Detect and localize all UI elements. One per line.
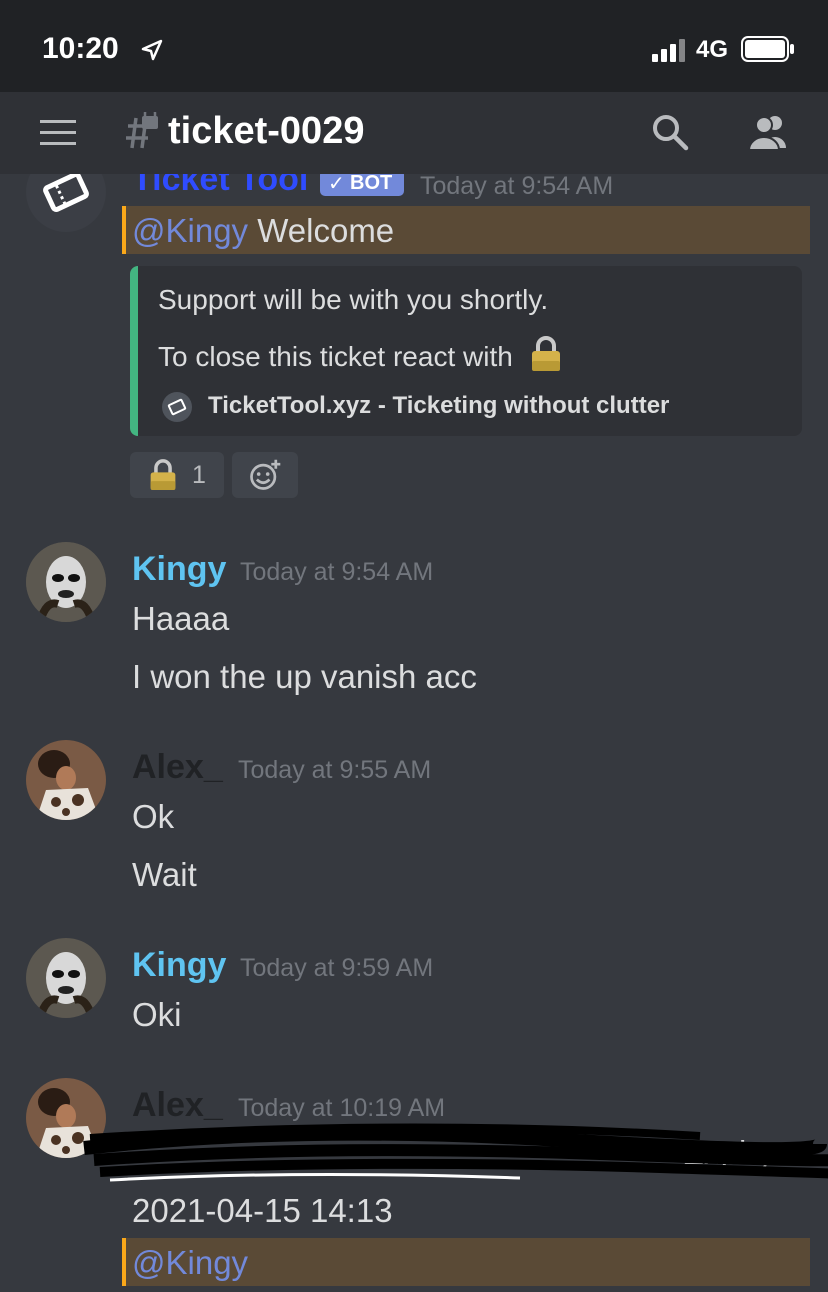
message-alex: Alex_ Today at 10:19 AM * - Expiry: 2021…	[0, 1078, 828, 1292]
message-text: 2021-04-15 14:13	[132, 1192, 393, 1229]
reaction-count: 1	[192, 461, 206, 489]
timestamp: Today at 9:54 AM	[240, 558, 434, 586]
signal-icon	[652, 39, 685, 62]
avatar-image	[26, 542, 106, 622]
timestamp: Today at 9:55 AM	[238, 756, 432, 784]
author-name[interactable]: Kingy	[132, 946, 226, 985]
status-time: 10:20	[42, 32, 119, 65]
embed: Support will be with you shortly. To clo…	[130, 266, 802, 436]
lock-emoji-icon	[150, 459, 176, 490]
message-text: I won the up vanish acc	[132, 658, 477, 695]
search-icon[interactable]	[650, 112, 690, 152]
reaction-lock[interactable]: 1	[130, 452, 224, 498]
check-icon: ✓	[328, 174, 345, 195]
message-text: Oki	[132, 996, 182, 1033]
ticket-icon	[43, 174, 89, 212]
message-text: Wait	[132, 856, 197, 893]
timestamp: Today at 9:59 AM	[240, 954, 434, 982]
message-text: @Kingy	[132, 1244, 248, 1282]
avatar-image	[26, 938, 106, 1018]
embed-line: Support will be with you shortly.	[158, 284, 549, 315]
avatar[interactable]	[26, 542, 106, 622]
add-reaction-icon	[250, 459, 281, 490]
bot-badge: ✓ BOT	[320, 174, 404, 196]
lock-emoji-icon	[531, 336, 560, 371]
add-reaction-button[interactable]	[232, 452, 298, 498]
message-kingy: Kingy Today at 9:59 AM Oki	[0, 938, 828, 1048]
user-mention[interactable]: @Kingy	[132, 1244, 248, 1281]
battery-icon	[741, 36, 794, 62]
timestamp: Today at 9:54 AM	[420, 174, 614, 200]
avatar[interactable]	[26, 938, 106, 1018]
message-text: Ok	[132, 798, 175, 835]
embed-line: To close this ticket react with	[158, 336, 563, 373]
avatar[interactable]	[26, 174, 106, 232]
location-arrow-icon	[141, 39, 163, 61]
redaction-scribble	[83, 1123, 828, 1182]
message-ticket-tool: Ticket Tool ✓ BOT Today at 9:54 AM @King…	[0, 174, 828, 514]
channel-title: ticket-0029	[168, 110, 365, 152]
author-name[interactable]: Kingy	[132, 550, 226, 589]
ticket-icon	[162, 392, 192, 422]
message-text: @Kingy Welcome	[132, 212, 395, 249]
members-icon[interactable]	[744, 112, 792, 152]
message-list[interactable]: Ticket Tool ✓ BOT Today at 9:54 AM @King…	[0, 174, 828, 1292]
embed-footer: TicketTool.xyz - Ticketing without clutt…	[208, 392, 670, 419]
message-alex: Alex_ Today at 9:55 AM Ok Wait	[0, 740, 828, 910]
author-name[interactable]: Ticket Tool	[132, 174, 308, 199]
user-mention[interactable]: @Kingy	[132, 212, 248, 249]
locked-channel-icon	[126, 112, 158, 149]
avatar-image	[26, 740, 106, 820]
network-type: 4G	[696, 36, 729, 63]
message-kingy: Kingy Today at 9:54 AM Haaaa I won the u…	[0, 542, 828, 712]
message-text: Haaaa	[132, 600, 230, 637]
hamburger-menu-icon[interactable]	[40, 120, 76, 146]
avatar[interactable]	[26, 740, 106, 820]
author-name[interactable]: Alex_	[132, 748, 223, 787]
